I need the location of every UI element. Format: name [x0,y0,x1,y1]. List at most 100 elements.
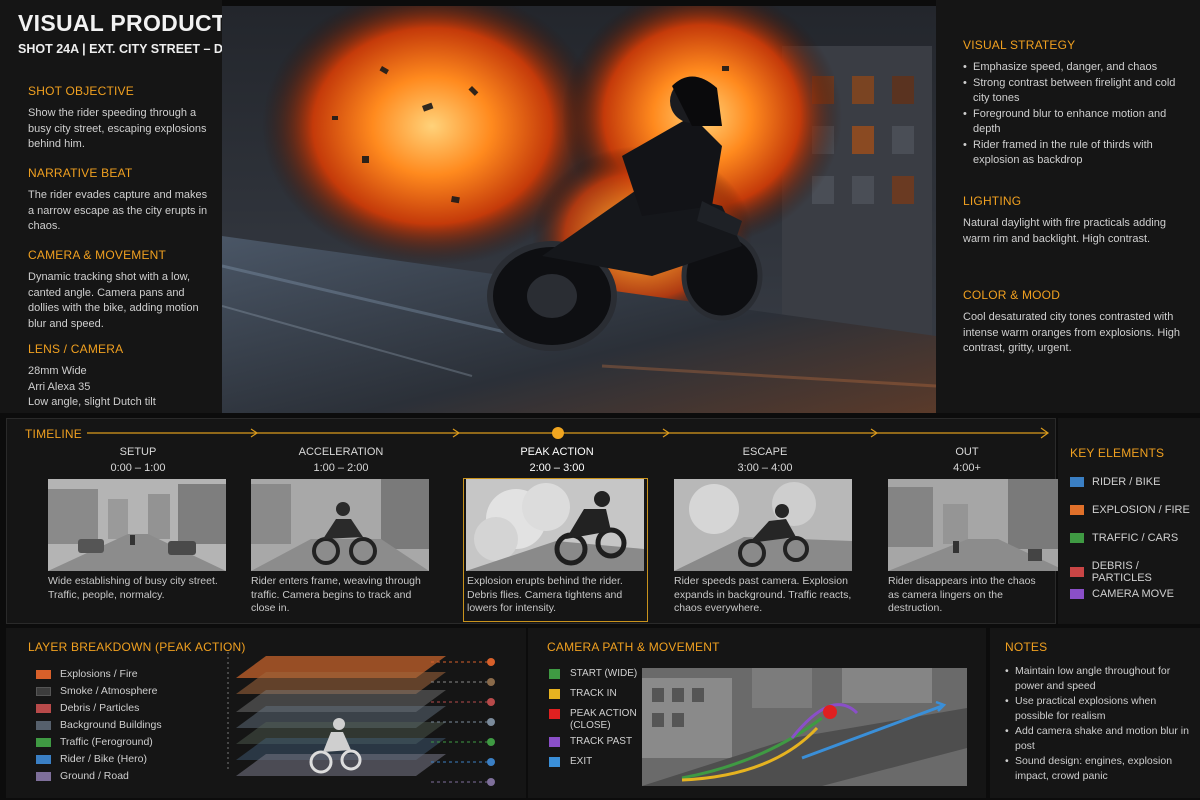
shot-objective-heading: SHOT OBJECTIVE [28,84,134,98]
swatch-icon [549,757,560,767]
stage-peak-action[interactable]: PEAK ACTION 2:00 – 3:00 [469,446,645,474]
layer-item: Traffic (Feroground) [36,736,153,748]
swatch-icon [549,737,560,747]
stage-out[interactable]: OUT 4:00+ [879,446,1055,474]
key-label: RIDER / BIKE [1092,476,1161,488]
strategy-bullet: Rider framed in the rule of thirds with … [963,138,1188,169]
camera-path-map [642,668,967,786]
shot-objective-section: SHOT OBJECTIVE Show the rider speeding t… [28,84,208,153]
layer-label: Smoke / Atmosphere [60,685,158,697]
stage-name: ACCELERATION [298,446,384,458]
storyboard-thumb-setup[interactable] [48,479,226,571]
stage-acceleration[interactable]: ACCELERATION 1:00 – 2:00 [253,446,429,474]
swatch-icon [36,703,51,713]
layer-label: Explosions / Fire [60,668,138,680]
layer-item: Rider / Bike (Hero) [36,753,147,765]
shot-subtitle: SHOT 24A | EXT. CITY STREET – DAY [18,42,240,56]
stage-name: OUT [955,446,979,458]
swatch-icon [36,720,51,730]
camera-step: TRACK PAST [549,736,632,748]
visual-strategy-section: VISUAL STRATEGY Emphasize speed, danger,… [963,38,1188,169]
layer-label: Debris / Particles [60,702,140,714]
strategy-bullet: Foreground blur to enhance motion and de… [963,107,1188,138]
layer-item: Debris / Particles [36,702,139,714]
stage-name: ESCAPE [742,446,788,458]
layer-item: Ground / Road [36,770,129,782]
layer-item: Background Buildings [36,719,162,731]
lens-line: 28mm Wide [28,365,87,377]
color-mood-text: Cool desaturated city tones contrasted w… [963,311,1181,354]
storyboard-sketch [888,479,1066,571]
swatch-icon [36,737,51,747]
key-debris-particles: DEBRIS / PARTICLES [1070,560,1200,584]
layer-stack-diagram [227,652,495,786]
swatch-icon [36,771,51,781]
key-label: EXPLOSION / FIRE [1092,504,1190,516]
key-rider-bike: RIDER / BIKE [1070,476,1160,488]
key-traffic-cars: TRAFFIC / CARS [1070,532,1178,544]
narrative-beat-section: NARRATIVE BEAT The rider evades capture … [28,166,208,235]
stage-description: Rider enters frame, weaving through traf… [251,575,421,614]
color-mood-heading: COLOR & MOOD [963,288,1061,302]
swatch-icon [549,709,560,719]
lighting-heading: LIGHTING [963,194,1022,208]
swatch-icon [549,669,560,679]
stage-name: SETUP [119,446,157,458]
stage-time: 1:00 – 2:00 [313,462,369,474]
note-item: Sound design: engines, explosion impact,… [1005,754,1195,784]
camera-step: START (WIDE) [549,668,637,680]
storyboard-thumb-escape[interactable] [674,479,852,571]
layer-item: Smoke / Atmosphere [36,685,157,697]
key-explosion-fire: EXPLOSION / FIRE [1070,504,1190,516]
lighting-section: LIGHTING Natural daylight with fire prac… [963,194,1188,247]
camera-step-label: PEAK ACTION (CLOSE) [570,708,637,731]
stage-description: Explosion erupts behind the rider. Debri… [467,575,623,614]
camera-movement-section: CAMERA & MOVEMENT Dynamic tracking shot … [28,248,208,332]
notes-panel: NOTES Maintain low angle throughout for … [990,628,1200,798]
swatch-icon [1070,589,1084,599]
swatch-icon [36,754,51,764]
stage-time: 3:00 – 4:00 [737,462,793,474]
stage-time: 4:00+ [953,462,981,474]
stage-time: 2:00 – 3:00 [529,462,585,474]
camera-body-line: Arri Alexa 35 [28,380,91,393]
swatch-icon [36,669,51,679]
key-label: DEBRIS / PARTICLES [1091,560,1152,584]
layer-item: Explosions / Fire [36,668,138,680]
layer-label: Ground / Road [60,770,129,782]
key-elements-panel: KEY ELEMENTS RIDER / BIKE EXPLOSION / FI… [1058,418,1200,624]
hero-frame-image [222,6,936,413]
swatch-icon [549,689,560,699]
key-elements-heading: KEY ELEMENTS [1070,446,1165,460]
timeline-axis [87,427,1050,439]
note-item: Add camera shake and motion blur in post [1005,724,1195,754]
camera-step-label: TRACK IN [570,688,617,699]
left-info-panel: VISUAL PRODUCTION GRAPH SHOT 24A | EXT. … [0,0,359,413]
lighting-text: Natural daylight with fire practicals ad… [963,217,1166,245]
note-item: Use practical explosions when possible f… [1005,694,1195,724]
camera-path-heading: CAMERA PATH & MOVEMENT [547,640,720,654]
storyboard-sketch [466,479,644,571]
storyboard-sketch [674,479,852,571]
shot-objective-text: Show the rider speeding through a busy c… [28,107,207,150]
camera-step: EXIT [549,756,592,768]
timeline-panel: TIMELINE SETUP 0:00 – 1:00 ACCELERATION … [6,418,1066,624]
camera-step: TRACK IN [549,688,617,700]
visual-strategy-heading: VISUAL STRATEGY [963,38,1076,52]
peak-action-marker [823,705,837,719]
storyboard-thumb-acceleration[interactable] [251,479,429,571]
lens-camera-heading: LENS / CAMERA [28,342,124,356]
layer-label: Traffic (Feroground) [60,736,153,748]
angle-line: Low angle, slight Dutch tilt [28,396,156,408]
camera-movement-heading: CAMERA & MOVEMENT [28,248,167,262]
camera-path-sketch [642,668,967,786]
stage-setup[interactable]: SETUP 0:00 – 1:00 [50,446,226,474]
key-camera-move: CAMERA MOVE [1070,588,1174,600]
right-info-panel: VISUAL STRATEGY Emphasize speed, danger,… [936,0,1200,413]
stage-description: Rider speeds past camera. Explosion expa… [674,575,852,614]
stage-time: 0:00 – 1:00 [110,462,166,474]
stage-escape[interactable]: ESCAPE 3:00 – 4:00 [677,446,853,474]
storyboard-thumb-out[interactable] [888,479,1066,571]
note-item: Maintain low angle throughout for power … [1005,664,1195,694]
storyboard-thumb-peak-action[interactable] [466,479,644,571]
